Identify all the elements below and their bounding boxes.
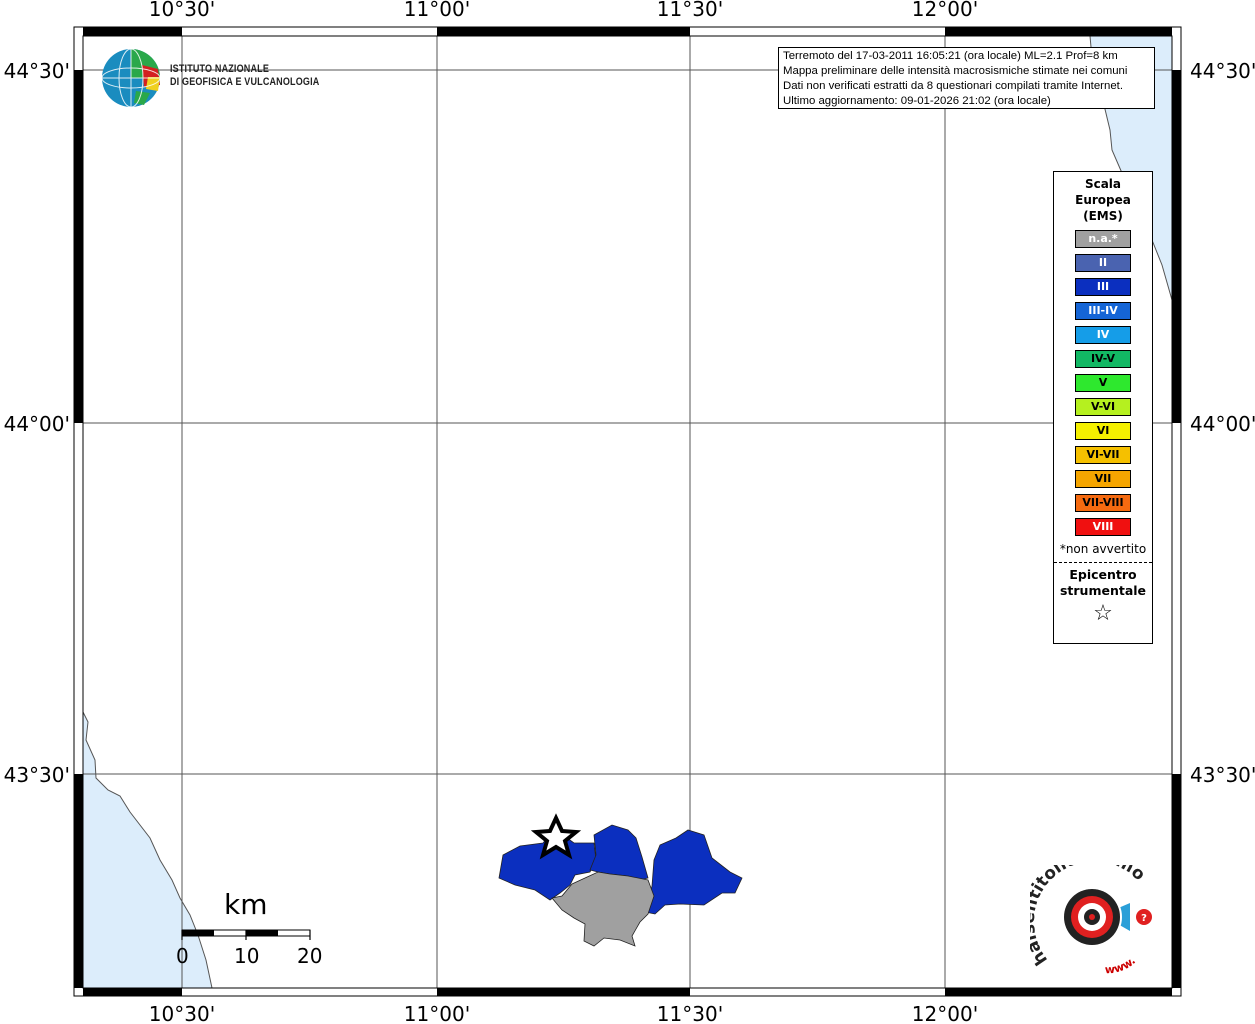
tick-right-1: 44°30' (1190, 59, 1255, 83)
legend-swatch-v: V (1075, 374, 1131, 392)
legend-title-line2: Europea (1075, 193, 1131, 207)
haisentito-logo[interactable]: haisentitoilterremoto.it www. ? (1019, 846, 1170, 976)
event-info-line3: Dati non verificati estratti da 8 questi… (783, 80, 1123, 92)
scale-bar-label-0: 0 (176, 944, 189, 968)
legend-epicenter-star-icon: ☆ (1093, 601, 1113, 626)
ems-legend: Scala Europea (EMS) n.a.* II III III-IV … (1053, 171, 1153, 644)
legend-title: Scala Europea (EMS) (1054, 176, 1152, 224)
bottom-tick-labels: 10°30' 11°00' 11°30' 12°00' (149, 1002, 978, 1024)
ingv-logo: ISTITUTO NAZIONALE DI GEOFISICA E VULCAN… (100, 47, 320, 111)
legend-swatch-ii: II (1075, 254, 1131, 272)
haisentito-target-icon: haisentitoilterremoto.it www. ? (1019, 846, 1152, 976)
tick-right-2: 44°00' (1190, 412, 1255, 436)
legend-swatch-v-vi: V-VI (1075, 398, 1131, 416)
tick-top-1: 10°30' (149, 0, 215, 21)
event-info-line4: Ultimo aggiornamento: 09-01-2026 21:02 (… (783, 95, 1051, 107)
legend-swatch-vii: VII (1075, 470, 1131, 488)
legend-swatch-iv: IV (1075, 326, 1131, 344)
legend-swatch-vi-vii: VI-VII (1075, 446, 1131, 464)
left-tick-labels: 44°30' 44°00' 43°30' (4, 59, 70, 787)
scale-bar-label-10: 10 (234, 944, 260, 968)
tick-left-3: 43°30' (4, 763, 70, 787)
legend-title-line1: Scala (1084, 177, 1122, 191)
legend-swatch-iv-v: IV-V (1075, 350, 1131, 368)
legend-note: *non avvertito (1059, 542, 1147, 556)
sea-left (82, 711, 213, 989)
svg-text:www.: www. (1104, 954, 1138, 975)
tick-top-3: 11°30' (657, 0, 723, 21)
legend-title-line3: (EMS) (1083, 209, 1123, 223)
municipality-polygons (498, 824, 743, 947)
tick-top-4: 12°00' (912, 0, 978, 21)
legend-swatch-viii: VIII (1075, 518, 1131, 536)
ingv-name: ISTITUTO NAZIONALE DI GEOFISICA E VULCAN… (170, 63, 319, 89)
scale-bar-unit: km (224, 888, 268, 921)
tick-bottom-3: 11°30' (657, 1002, 723, 1024)
legend-swatches: n.a.* II III III-IV IV IV-V V V-VI VI VI… (1054, 230, 1152, 536)
scale-bar (181, 929, 311, 940)
legend-divider (1054, 562, 1152, 563)
legend-epicenter-line1: Epicentro (1069, 567, 1137, 582)
right-tick-labels: 44°30' 44°00' 43°30' (1190, 59, 1255, 787)
ingv-name-line1: ISTITUTO NAZIONALE (170, 63, 270, 75)
event-info-line1: Terremoto del 17-03-2011 16:05:21 (ora l… (783, 50, 1118, 62)
svg-text:?: ? (1141, 913, 1147, 924)
scale-bar-label-20: 20 (297, 944, 323, 968)
legend-swatch-na: n.a.* (1075, 230, 1131, 248)
ingv-name-line2: DI GEOFISICA E VULCANOLOGIA (170, 76, 320, 88)
tick-left-2: 44°00' (4, 412, 70, 436)
top-tick-labels: 10°30' 11°00' 11°30' 12°00' (149, 0, 978, 21)
tick-bottom-1: 10°30' (149, 1002, 215, 1024)
tick-top-2: 11°00' (404, 0, 470, 21)
legend-epicenter-title: Epicentro strumentale (1054, 567, 1152, 599)
haisentito-logo-www: www. (1104, 954, 1138, 976)
tick-right-3: 43°30' (1190, 763, 1255, 787)
ingv-globe-icon (101, 48, 161, 108)
legend-swatch-iii-iv: III-IV (1075, 302, 1131, 320)
legend-epicenter-line2: strumentale (1059, 583, 1147, 598)
legend-swatch-iii: III (1075, 278, 1131, 296)
tick-bottom-2: 11°00' (404, 1002, 470, 1024)
event-info-line2: Mappa preliminare delle intensità macros… (783, 65, 1128, 77)
legend-swatch-vi: VI (1075, 422, 1131, 440)
tick-bottom-4: 12°00' (912, 1002, 978, 1024)
event-info-box: Terremoto del 17-03-2011 16:05:21 (ora l… (778, 47, 1155, 109)
legend-swatch-vii-viii: VII-VIII (1075, 494, 1131, 512)
municipality-iii-east[interactable] (644, 829, 743, 915)
tick-left-1: 44°30' (4, 59, 70, 83)
